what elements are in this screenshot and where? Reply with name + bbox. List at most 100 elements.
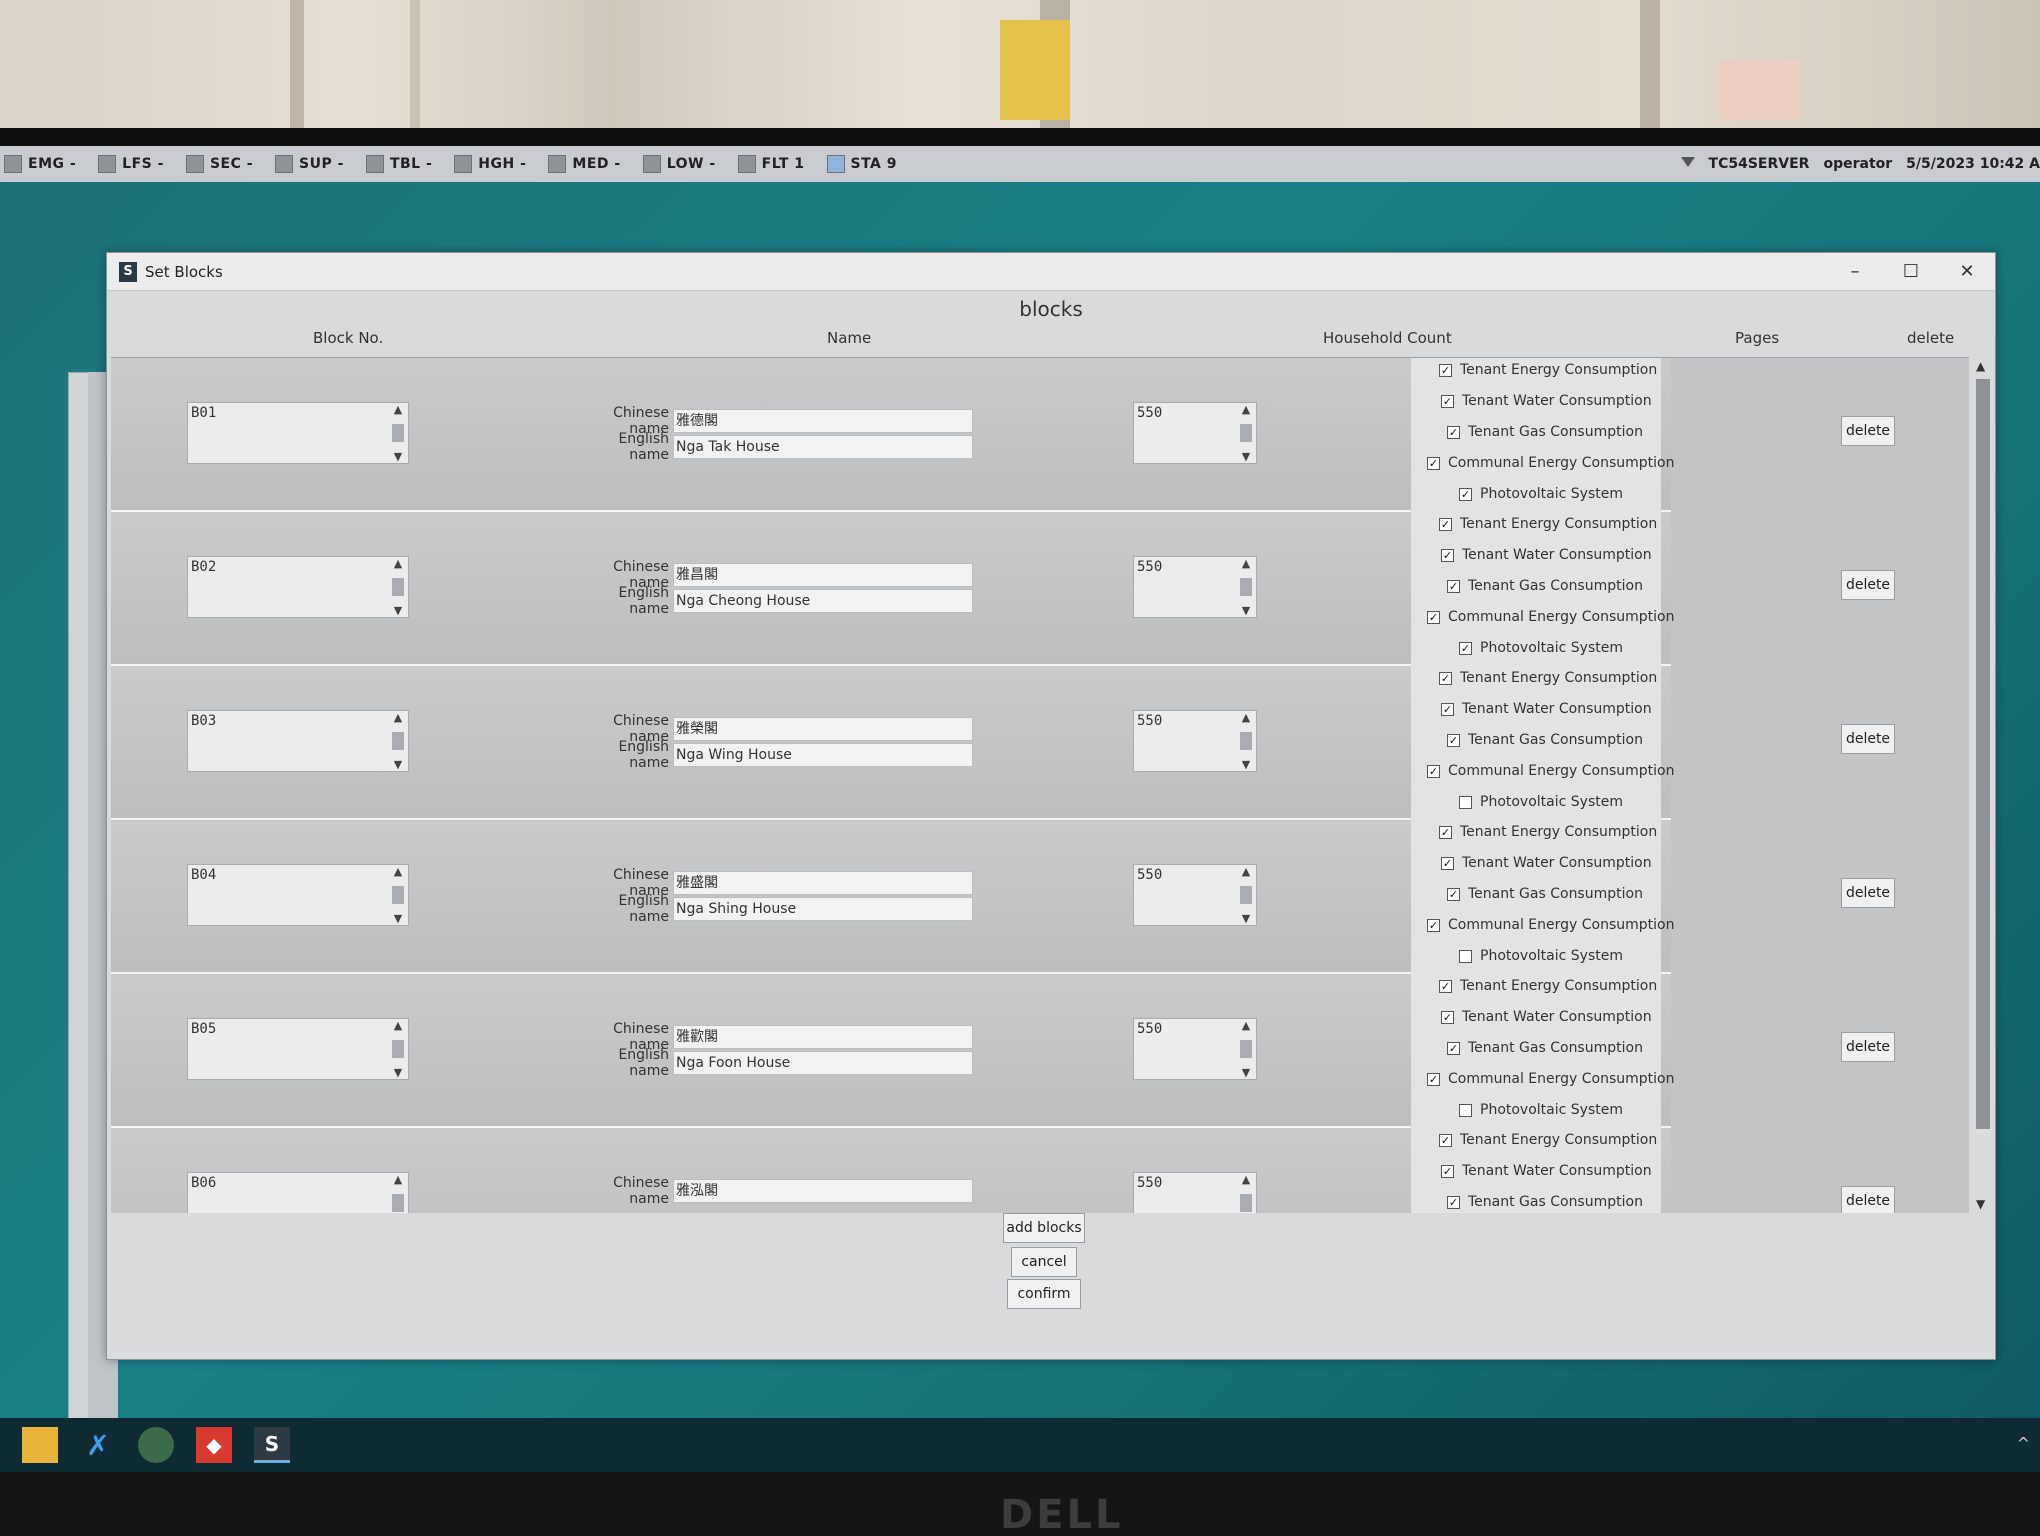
spin-up-icon[interactable]: ▲ — [1242, 711, 1250, 724]
checkbox-box[interactable]: ✓ — [1441, 1164, 1454, 1178]
status-low[interactable]: LOW - — [642, 155, 716, 173]
page-checkbox[interactable]: ✓ Tenant Water Consumption — [1441, 547, 1652, 563]
block-no-spinner[interactable]: B03 ▲ ▼ — [187, 710, 409, 772]
page-checkbox[interactable]: Photovoltaic System — [1459, 794, 1623, 810]
page-checkbox[interactable]: ✓ Tenant Water Consumption — [1441, 1163, 1652, 1179]
delete-button[interactable]: delete — [1841, 570, 1895, 600]
checkbox-box[interactable]: ✓ — [1441, 548, 1454, 562]
page-checkbox[interactable]: ✓ Tenant Water Consumption — [1441, 1009, 1652, 1025]
status-hgh[interactable]: HGH - — [454, 155, 526, 173]
page-checkbox[interactable]: Photovoltaic System — [1459, 948, 1623, 964]
spin-down-icon[interactable]: ▼ — [394, 604, 402, 617]
english-name-input[interactable]: Nga Tak House — [673, 435, 973, 459]
checkbox-box[interactable]: ✓ — [1439, 979, 1452, 993]
english-name-input[interactable]: Nga Cheong House — [673, 589, 973, 613]
server-manager-icon[interactable] — [138, 1427, 174, 1463]
status-emg[interactable]: EMG - — [4, 155, 76, 173]
block-no-spinner[interactable]: B06 ▲▼ — [187, 1172, 409, 1213]
block-no-value[interactable]: B03 — [191, 713, 216, 729]
page-checkbox[interactable]: ✓ Communal Energy Consumption — [1427, 917, 1674, 933]
delete-button[interactable]: delete — [1841, 416, 1895, 446]
close-icon[interactable]: ✕ — [1939, 253, 1995, 291]
page-checkbox[interactable]: ✓ Tenant Gas Consumption — [1447, 886, 1643, 902]
checkbox-box[interactable]: ✓ — [1439, 1133, 1452, 1147]
delete-button[interactable]: delete — [1841, 724, 1895, 754]
checkbox-box[interactable]: ✓ — [1441, 856, 1454, 870]
spin-down-icon[interactable]: ▼ — [1242, 450, 1250, 463]
checkbox-box[interactable] — [1459, 1103, 1472, 1117]
checkbox-box[interactable]: ✓ — [1441, 1010, 1454, 1024]
status-sta[interactable]: STA 9 — [826, 155, 898, 173]
block-no-spinner[interactable]: B01 ▲ ▼ — [187, 402, 409, 464]
page-checkbox[interactable]: ✓ Communal Energy Consumption — [1427, 609, 1674, 625]
page-checkbox[interactable]: ✓ Tenant Energy Consumption — [1439, 978, 1657, 994]
spin-down-icon[interactable]: ▼ — [394, 1066, 402, 1079]
vscode-icon[interactable]: ✗ — [80, 1427, 116, 1463]
spinner-thumb[interactable] — [1240, 1194, 1252, 1212]
page-checkbox[interactable]: Photovoltaic System — [1459, 1102, 1623, 1118]
page-checkbox[interactable]: ✓ Communal Energy Consumption — [1427, 763, 1674, 779]
status-lfs[interactable]: LFS - — [98, 155, 164, 173]
block-no-value[interactable]: B04 — [191, 867, 216, 883]
spin-down-icon[interactable]: ▼ — [1242, 758, 1250, 771]
checkbox-box[interactable]: ✓ — [1439, 671, 1452, 685]
page-checkbox[interactable]: ✓ Tenant Gas Consumption — [1447, 732, 1643, 748]
chinese-name-input[interactable]: 雅德閣 — [673, 409, 973, 433]
spinner-thumb[interactable] — [1240, 1040, 1252, 1058]
page-checkbox[interactable]: ✓ Photovoltaic System — [1459, 486, 1623, 502]
vertical-scrollbar[interactable]: ▲ ▼ — [1973, 357, 1993, 1213]
checkbox-box[interactable]: ✓ — [1447, 579, 1460, 593]
page-checkbox[interactable]: ✓ Tenant Energy Consumption — [1439, 1132, 1657, 1148]
spinner-thumb[interactable] — [1240, 424, 1252, 442]
household-count-spinner[interactable]: 550▲▼ — [1133, 556, 1257, 618]
page-checkbox[interactable]: ✓ Tenant Gas Consumption — [1447, 1040, 1643, 1056]
household-count-value[interactable]: 550 — [1137, 867, 1162, 883]
cancel-button[interactable]: cancel — [1011, 1247, 1077, 1277]
checkbox-box[interactable]: ✓ — [1427, 456, 1440, 470]
title-bar[interactable]: S Set Blocks – ☐ ✕ — [107, 253, 1995, 291]
confirm-button[interactable]: confirm — [1007, 1279, 1081, 1309]
spin-up-icon[interactable]: ▲ — [1242, 1173, 1250, 1186]
page-checkbox[interactable]: ✓ Communal Energy Consumption — [1427, 1071, 1674, 1087]
checkbox-box[interactable]: ✓ — [1459, 487, 1472, 501]
block-no-value[interactable]: B02 — [191, 559, 216, 575]
checkbox-box[interactable]: ✓ — [1439, 825, 1452, 839]
scroll-up-icon[interactable]: ▲ — [1976, 359, 1985, 373]
checkbox-box[interactable]: ✓ — [1427, 764, 1440, 778]
page-checkbox[interactable]: ✓ Tenant Water Consumption — [1441, 701, 1652, 717]
filter-icon[interactable] — [1680, 157, 1695, 171]
spin-down-icon[interactable]: ▼ — [1242, 604, 1250, 617]
household-count-value[interactable]: 550 — [1137, 1021, 1162, 1037]
spinner-thumb[interactable] — [392, 1040, 404, 1058]
household-count-spinner[interactable]: 550▲▼ — [1133, 710, 1257, 772]
spin-down-icon[interactable]: ▼ — [394, 912, 402, 925]
checkbox-box[interactable] — [1459, 949, 1472, 963]
spin-down-icon[interactable]: ▼ — [394, 758, 402, 771]
page-checkbox[interactable]: ✓ Tenant Energy Consumption — [1439, 362, 1657, 378]
chinese-name-input[interactable]: 雅昌閣 — [673, 563, 973, 587]
checkbox-box[interactable]: ✓ — [1439, 517, 1452, 531]
household-count-spinner[interactable]: 550▲▼ — [1133, 1172, 1257, 1213]
maximize-icon[interactable]: ☐ — [1883, 253, 1939, 291]
status-sec[interactable]: SEC - — [185, 155, 253, 173]
checkbox-box[interactable]: ✓ — [1447, 1195, 1460, 1209]
status-flt[interactable]: FLT 1 — [737, 155, 805, 173]
household-count-value[interactable]: 550 — [1137, 405, 1162, 421]
spinner-thumb[interactable] — [392, 424, 404, 442]
chinese-name-input[interactable]: 雅榮閣 — [673, 717, 973, 741]
checkbox-box[interactable]: ✓ — [1427, 1072, 1440, 1086]
status-sup[interactable]: SUP - — [275, 155, 344, 173]
scroll-thumb[interactable] — [1976, 379, 1990, 1129]
chinese-name-input[interactable]: 雅泓閣 — [673, 1179, 973, 1203]
page-checkbox[interactable]: ✓ Tenant Water Consumption — [1441, 393, 1652, 409]
block-no-value[interactable]: B01 — [191, 405, 216, 421]
minimize-icon[interactable]: – — [1827, 253, 1883, 291]
block-no-spinner[interactable]: B04 ▲ ▼ — [187, 864, 409, 926]
spinner-thumb[interactable] — [392, 732, 404, 750]
s-app-icon[interactable]: S — [254, 1427, 290, 1463]
page-checkbox[interactable]: ✓ Tenant Energy Consumption — [1439, 670, 1657, 686]
checkbox-box[interactable]: ✓ — [1441, 394, 1454, 408]
checkbox-box[interactable]: ✓ — [1439, 363, 1452, 377]
block-no-spinner[interactable]: B05 ▲ ▼ — [187, 1018, 409, 1080]
block-no-value[interactable]: B05 — [191, 1021, 216, 1037]
